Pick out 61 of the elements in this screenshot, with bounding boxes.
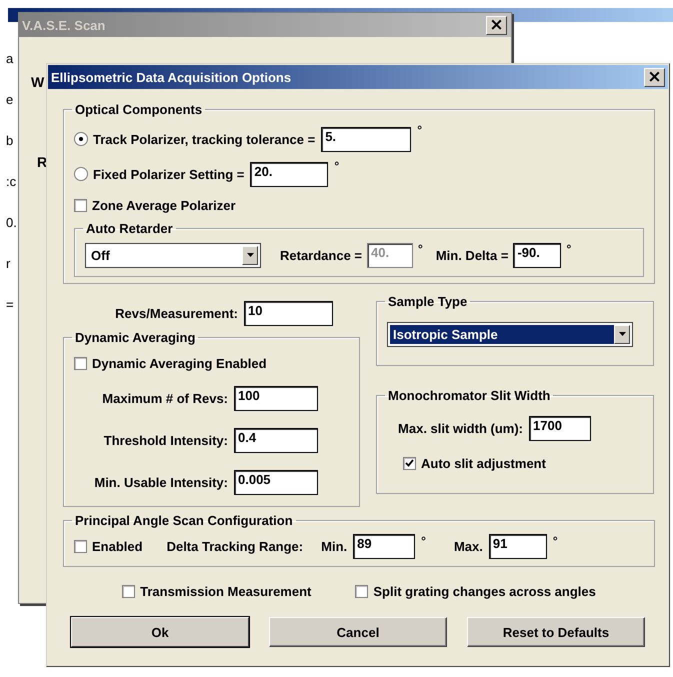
field-label: Delta Tracking Range: [166,538,304,554]
text-fragment: r [6,255,12,273]
input-field[interactable]: 5. [321,126,412,152]
text-fragment: = [6,296,15,314]
group-title: Sample Type [387,294,468,309]
dialog-button[interactable]: Cancel [269,617,447,647]
check-icon [405,458,414,468]
checkbox[interactable]: Split grating changes across angles [355,584,596,598]
degree-sign: ° [421,534,426,548]
degree-sign: ° [566,242,572,256]
dialog-button[interactable]: Ok [71,617,249,647]
input-field[interactable]: 0.005 [234,470,318,494]
field-label: Threshold Intensity: [102,432,228,448]
text-fragment: R [37,154,48,170]
group-title: Optical Components [74,102,204,117]
input-field[interactable]: -90. [513,242,562,268]
checkbox[interactable]: Transmission Measurement [122,584,312,598]
group-title: Dynamic Averaging [74,330,196,345]
degree-sign: ° [552,534,558,548]
text-fragment: W [31,74,44,90]
window-title: V.A.S.E. Scan [22,18,106,32]
caret-icon [246,253,254,257]
degree-sign: ° [334,159,340,173]
text-fragment: e [6,91,14,109]
text-fragment: 0. [6,214,17,232]
radio-button[interactable]: Fixed Polarizer Setting = [74,166,244,182]
field-label: Maximum # of Revs: [101,390,228,406]
input-field[interactable]: 89 [353,534,416,558]
checkbox[interactable]: Dynamic Averaging Enabled [74,356,267,370]
caret-icon [618,332,626,336]
field-label: Min. [321,538,348,554]
input-field[interactable]: 1700 [529,416,591,440]
group-title: Principal Angle Scan Configuration [74,513,294,528]
field-label: Retardance = [280,248,362,262]
field-label: Min. Usable Intensity: [93,474,228,490]
group-title: Monochromator Slit Width [387,388,552,403]
field-label: Revs/Measurement: [114,306,238,320]
input-field[interactable]: 100 [234,386,318,410]
field-label: Min. Delta = [436,248,508,262]
degree-sign: ° [417,123,422,137]
input-field[interactable]: 0.4 [234,428,318,452]
field-label: Max. [454,538,483,554]
window-title: Ellipsometric Data Acquisition Options [51,70,292,84]
checkbox[interactable]: Auto slit adjustment [403,456,546,470]
group-title: Auto Retarder [85,221,174,236]
checkbox[interactable]: Enabled [74,538,143,554]
input-field[interactable]: 20. [250,162,328,186]
text-fragment: :c [6,173,17,191]
dialog-button[interactable]: Reset to Defaults [467,617,645,647]
dropdown[interactable]: Off [85,242,261,268]
input-field[interactable]: 91 [488,534,547,558]
close-button[interactable]: × [486,16,507,34]
radio-button[interactable]: Track Polarizer, tracking tolerance = [74,132,316,146]
checkbox[interactable]: Zone Average Polarizer [74,198,236,212]
close-button[interactable]: × [644,68,665,86]
text-fragment: b [6,132,14,150]
field-label: Max. slit width (um): [397,420,523,436]
dropdown[interactable]: Isotropic Sample [387,322,633,346]
input-field[interactable]: 10 [244,300,333,326]
degree-sign: ° [418,242,423,256]
text-fragment: a [6,50,14,68]
